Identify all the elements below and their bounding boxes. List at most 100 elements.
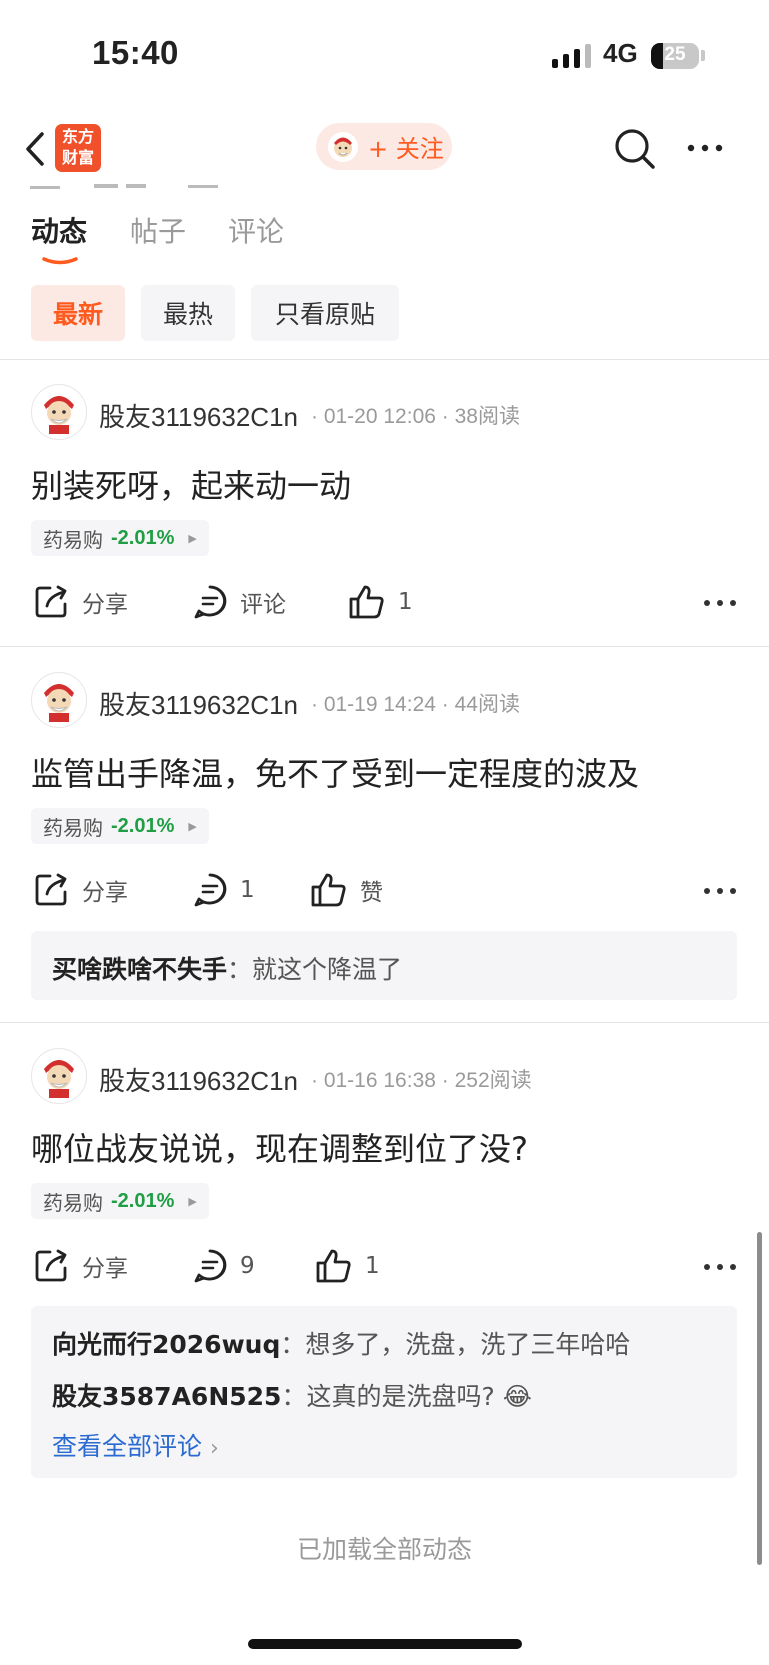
post-more-icon[interactable] (704, 1264, 736, 1270)
comment-preview: 买啥跌啥不失手：就这个降温了 (52, 955, 403, 984)
stock-change: -2.01% (111, 526, 175, 549)
battery-tip (701, 50, 705, 61)
stock-tag[interactable]: 药易购 -2.01% ▶ (31, 520, 209, 556)
comment-author[interactable]: 向光而行2026wuq (52, 1330, 280, 1359)
post-date: 01-20 12:06 (323, 405, 436, 428)
tab-comments[interactable]: 评论 (228, 210, 284, 250)
caret-right-icon: ▶ (188, 819, 197, 833)
tab-posts[interactable]: 帖子 (130, 210, 186, 250)
comment-icon (194, 1249, 227, 1283)
caret-right-icon: ▶ (188, 1194, 197, 1208)
logo-line-2: 财富 (61, 148, 94, 167)
comment-preview-box[interactable]: 向光而行2026wuq：想多了，洗盘，洗了三年哈哈 股友3587A6N525：这… (31, 1306, 737, 1478)
post-username[interactable]: 股友3119632C1n (99, 685, 298, 722)
battery-icon: 25 (651, 43, 699, 69)
post-meta: · 01-19 14:24 · 44阅读 (311, 693, 520, 716)
comment-button[interactable]: 1 (192, 872, 255, 908)
thumbs-up-icon (316, 1249, 351, 1283)
stock-tag[interactable]: 药易购 -2.01% ▶ (31, 1183, 209, 1219)
thumbs-up-icon (311, 873, 346, 907)
stock-tag[interactable]: 药易购 -2.01% ▶ (31, 808, 209, 844)
share-label: 分享 (82, 1256, 128, 1282)
avatar[interactable] (31, 672, 87, 728)
like-button[interactable]: 赞 (310, 872, 383, 908)
divider (0, 1022, 769, 1023)
comment-count: 评论 (240, 592, 286, 618)
active-tab-indicator (42, 257, 78, 265)
share-button[interactable]: 分享 (34, 872, 128, 908)
comment-author[interactable]: 股友3587A6N525 (52, 1382, 281, 1411)
filter-hottest[interactable]: 最热 (141, 285, 235, 341)
post-content[interactable]: 哪位战友说说，现在调整到位了没? (31, 1124, 528, 1170)
stock-name: 药易购 (43, 1190, 103, 1215)
stock-name: 药易购 (43, 815, 103, 840)
post-username[interactable]: 股友3119632C1n (99, 397, 298, 434)
view-all-label: 查看全部评论 (52, 1432, 203, 1461)
status-time: 15:40 (92, 34, 179, 71)
scrolled-header-remnant (30, 184, 218, 189)
thumbs-up-icon (349, 585, 384, 619)
comment-text: 就这个降温了 (252, 955, 403, 984)
search-icon[interactable] (612, 126, 658, 172)
share-label: 分享 (82, 880, 128, 906)
avatar[interactable] (31, 1048, 87, 1104)
avatar[interactable] (31, 384, 87, 440)
back-arrow-icon[interactable] (14, 126, 60, 172)
comment-button[interactable]: 评论 (192, 584, 286, 620)
app-logo[interactable]: 东方 财富 (55, 124, 101, 172)
share-button[interactable]: 分享 (34, 1248, 128, 1284)
scrollbar[interactable] (757, 1232, 762, 1565)
tab-activity[interactable]: 动态 (31, 210, 87, 250)
all-loaded-text: 已加载全部动态 (296, 1535, 472, 1564)
home-indicator[interactable] (248, 1639, 522, 1649)
more-options-icon[interactable] (685, 130, 725, 170)
post-more-icon[interactable] (704, 888, 736, 894)
comment-button[interactable]: 9 (192, 1248, 255, 1284)
post-date: 01-19 14:24 (323, 693, 436, 716)
filter-original-only[interactable]: 只看原贴 (251, 285, 399, 341)
caret-right-icon: ▶ (188, 531, 197, 545)
comment-count: 9 (240, 1253, 255, 1279)
comment-icon (194, 585, 227, 619)
like-button[interactable]: 1 (315, 1248, 380, 1284)
post-meta: · 01-16 16:38 · 252阅读 (311, 1069, 532, 1092)
share-label: 分享 (82, 592, 128, 618)
share-icon (35, 873, 67, 906)
comment-preview-box[interactable]: 买啥跌啥不失手：就这个降温了 (31, 931, 737, 1000)
post-username[interactable]: 股友3119632C1n (99, 1061, 298, 1098)
view-all-comments-link[interactable]: 查看全部评论 › (52, 1427, 219, 1463)
chevron-right-icon: › (209, 1436, 219, 1461)
comment-icon (194, 873, 227, 907)
comment-author[interactable]: 买啥跌啥不失手 (52, 955, 227, 984)
like-count: 1 (398, 589, 413, 615)
post-reads: 38阅读 (454, 405, 520, 428)
comment-count: 1 (240, 877, 255, 903)
divider (0, 359, 769, 360)
post-more-icon[interactable] (704, 600, 736, 606)
follow-button[interactable]: + 关注 (316, 123, 452, 170)
filter-latest[interactable]: 最新 (31, 285, 125, 341)
comment-text: 这真的是洗盘吗? (306, 1382, 495, 1411)
stock-change: -2.01% (111, 1189, 175, 1212)
network-type: 4G (603, 38, 638, 68)
post-date: 01-16 16:38 (323, 1069, 436, 1092)
battery-level: 25 (664, 44, 686, 65)
laughing-emoji-icon: 😂 (502, 1382, 532, 1411)
post-reads: 44阅读 (454, 693, 520, 716)
logo-line-1: 东方 (61, 127, 94, 146)
comment-text: 想多了，洗盘，洗了三年哈哈 (305, 1330, 631, 1359)
divider (0, 646, 769, 647)
share-icon (35, 1249, 67, 1282)
stock-name: 药易购 (43, 527, 103, 552)
user-avatar-small (328, 131, 358, 162)
comment-preview: 股友3587A6N525：这真的是洗盘吗? 😂 (52, 1382, 532, 1411)
share-button[interactable]: 分享 (34, 584, 128, 620)
post-content[interactable]: 监管出手降温，免不了受到一定程度的波及 (31, 749, 639, 795)
post-content[interactable]: 别装死呀，起来动一动 (31, 461, 351, 507)
comment-preview: 向光而行2026wuq：想多了，洗盘，洗了三年哈哈 (52, 1330, 631, 1359)
signal-icon (552, 44, 591, 68)
share-icon (35, 585, 67, 618)
post-meta: · 01-20 12:06 · 38阅读 (311, 405, 520, 428)
like-button[interactable]: 1 (348, 584, 413, 620)
like-count: 1 (365, 1253, 380, 1279)
